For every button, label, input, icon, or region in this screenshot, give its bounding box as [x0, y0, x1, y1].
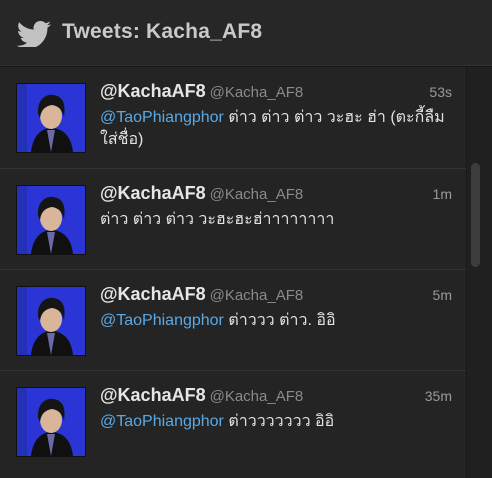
display-name[interactable]: @KachaAF8: [100, 183, 206, 203]
tweet-timestamp[interactable]: 35m: [425, 388, 452, 404]
tweet-item[interactable]: @KachaAF8 @Kacha_AF8 5m @TaoPhiangphor ต่…: [0, 269, 466, 370]
avatar[interactable]: [16, 185, 86, 255]
tweet-author[interactable]: @KachaAF8 @Kacha_AF8: [100, 81, 303, 102]
tweet-author[interactable]: @KachaAF8 @Kacha_AF8: [100, 183, 303, 204]
tweet-body: ต่าว ต่าว ต่าว วะฮะฮะฮ่าาาาาาาา: [100, 211, 335, 228]
tweet-item[interactable]: @KachaAF8 @Kacha_AF8 53s @TaoPhiangphor ต…: [0, 67, 466, 168]
user-handle[interactable]: @Kacha_AF8: [210, 287, 304, 304]
tweet-text: @TaoPhiangphor ต่าว ต่าว ต่าว วะฮะ ฮ่า (…: [100, 107, 460, 151]
display-name[interactable]: @KachaAF8: [100, 81, 206, 101]
twitter-bird-icon: [16, 21, 51, 47]
tweet-text: ต่าว ต่าว ต่าว วะฮะฮะฮ่าาาาาาาา: [100, 209, 460, 231]
scrollbar-thumb[interactable]: [471, 163, 480, 267]
mention-link[interactable]: @TaoPhiangphor: [100, 109, 224, 126]
mention-link[interactable]: @TaoPhiangphor: [100, 312, 224, 329]
tweet-item[interactable]: @KachaAF8 @Kacha_AF8 1m ต่าว ต่าว ต่าว วะ…: [0, 168, 466, 269]
avatar[interactable]: [16, 286, 86, 356]
tweet-item[interactable]: @KachaAF8 @Kacha_AF8 35m @TaoPhiangphor ต…: [0, 370, 466, 471]
avatar[interactable]: [16, 387, 86, 457]
tweet-body: ต่าววว ต่าว. อิอิ: [223, 312, 336, 329]
twitter-widget: Tweets: Kacha_AF8 @KachaAF8 @Kacha_AF8 53…: [0, 0, 492, 478]
user-handle[interactable]: @Kacha_AF8: [210, 388, 304, 405]
tweet-timestamp[interactable]: 1m: [433, 186, 452, 202]
tweet-timestamp[interactable]: 5m: [433, 287, 452, 303]
tweet-timestamp[interactable]: 53s: [429, 84, 452, 100]
mention-link[interactable]: @TaoPhiangphor: [100, 413, 224, 430]
widget-header: Tweets: Kacha_AF8: [0, 0, 492, 67]
user-handle[interactable]: @Kacha_AF8: [210, 186, 304, 203]
tweet-text: @TaoPhiangphor ต่าววว ต่าว. อิอิ: [100, 310, 460, 332]
widget-title: Tweets: Kacha_AF8: [62, 20, 263, 43]
display-name[interactable]: @KachaAF8: [100, 284, 206, 304]
tweet-text: @TaoPhiangphor ต่าววววววว อิอิ: [100, 411, 460, 433]
tweet-author[interactable]: @KachaAF8 @Kacha_AF8: [100, 284, 303, 305]
avatar[interactable]: [16, 83, 86, 153]
scrollbar-track[interactable]: [466, 67, 492, 478]
user-handle[interactable]: @Kacha_AF8: [210, 84, 304, 101]
tweet-list[interactable]: @KachaAF8 @Kacha_AF8 53s @TaoPhiangphor ต…: [0, 67, 466, 478]
display-name[interactable]: @KachaAF8: [100, 385, 206, 405]
tweet-author[interactable]: @KachaAF8 @Kacha_AF8: [100, 385, 303, 406]
tweet-body: ต่าววววววว อิอิ: [223, 413, 335, 430]
